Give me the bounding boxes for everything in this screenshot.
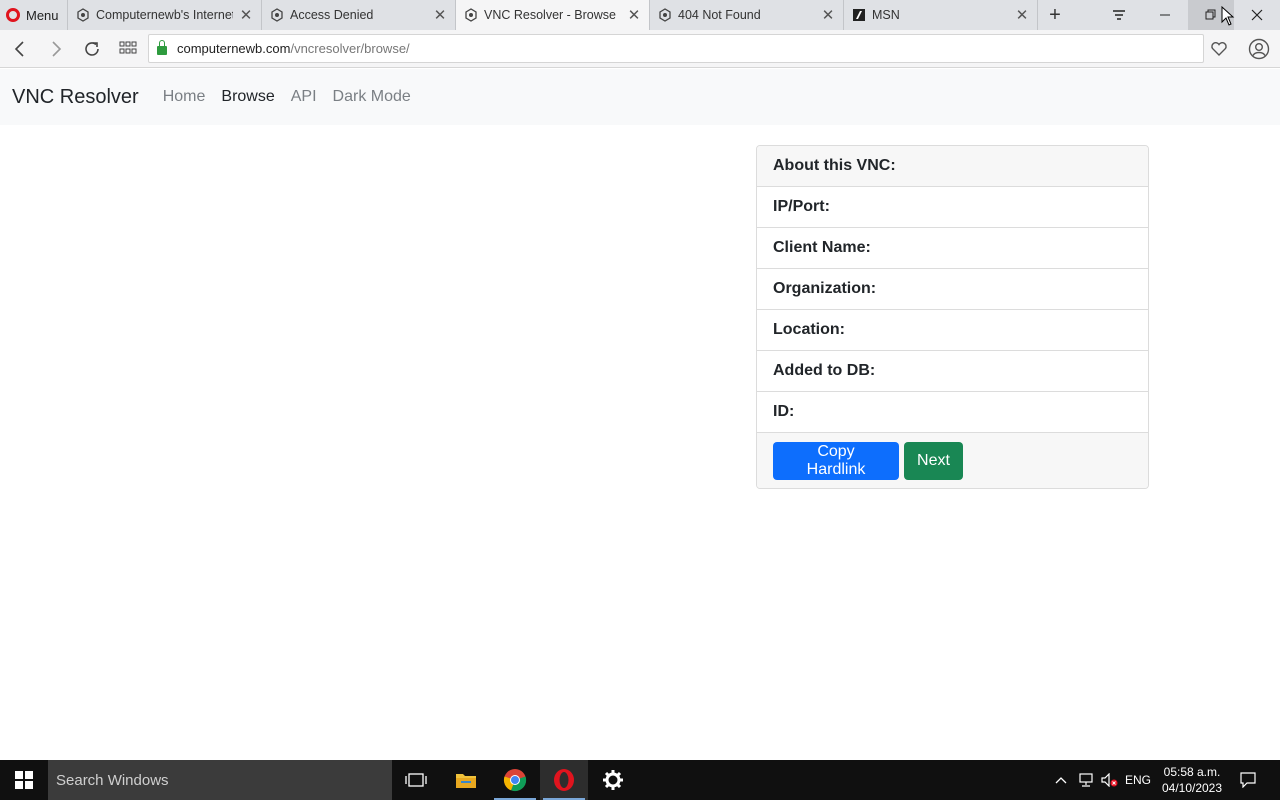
tab-close-icon[interactable]: ✕ <box>433 6 447 24</box>
tab-msn[interactable]: MSN ✕ <box>844 0 1038 30</box>
reload-button[interactable] <box>74 34 110 64</box>
account-icon[interactable] <box>1246 36 1272 62</box>
chrome-icon <box>503 769 527 792</box>
tab-close-icon[interactable]: ✕ <box>239 6 253 24</box>
card-header: About this VNC: <box>757 146 1148 187</box>
nav-api[interactable]: API <box>291 88 317 106</box>
back-arrow-icon <box>14 40 24 57</box>
opera-logo-icon <box>6 8 20 22</box>
windows-logo-icon <box>15 771 33 789</box>
tab-vnc-resolver[interactable]: VNC Resolver - Browse ✕ <box>456 0 650 30</box>
opera-icon <box>554 769 574 791</box>
web-page: VNC Resolver Home Browse API Dark Mode A… <box>0 69 1280 760</box>
grid-icon <box>119 41 137 53</box>
taskbar-clock[interactable]: 05:58 a.m. 04/10/2023 <box>1152 764 1232 796</box>
clock-date: 04/10/2023 <box>1161 781 1223 795</box>
bookmark-heart-icon[interactable] <box>1206 38 1232 60</box>
secure-lock-icon <box>157 40 167 55</box>
site-brand[interactable]: VNC Resolver <box>12 86 139 109</box>
vnc-info-card: About this VNC: IP/Port: Client Name: Or… <box>756 145 1149 489</box>
tab-404[interactable]: 404 Not Found ✕ <box>650 0 844 30</box>
tab-title: Access Denied <box>290 8 374 22</box>
copy-hardlink-button[interactable]: Copy Hardlink <box>773 441 899 480</box>
tab-strip: Menu Computernewb's Internet ✕ Access De… <box>0 0 1280 30</box>
tab-title: MSN <box>872 8 900 22</box>
nav-home[interactable]: Home <box>163 88 206 106</box>
field-location: Location: <box>757 310 1148 351</box>
tab-close-icon[interactable]: ✕ <box>1015 6 1029 24</box>
nav-dark-mode[interactable]: Dark Mode <box>333 88 411 106</box>
mouse-cursor-icon <box>1221 6 1235 26</box>
task-view-icon <box>405 773 427 787</box>
file-explorer-button[interactable] <box>442 760 490 800</box>
network-icon[interactable] <box>1076 760 1096 800</box>
site-navbar: VNC Resolver Home Browse API Dark Mode <box>0 69 1280 125</box>
browser-toolbar: computernewb.com/vncresolver/browse/ <box>0 30 1280 68</box>
action-center-icon[interactable] <box>1236 760 1260 800</box>
folder-icon <box>456 774 476 788</box>
language-indicator[interactable]: ENG <box>1124 760 1152 800</box>
forward-arrow-icon <box>52 40 62 57</box>
tab-menu-icon[interactable] <box>1096 0 1142 30</box>
tab-title: 404 Not Found <box>678 8 761 22</box>
field-organization: Organization: <box>757 269 1148 310</box>
chrome-taskbar-button[interactable] <box>491 760 539 800</box>
settings-taskbar-button[interactable] <box>589 760 637 800</box>
gear-icon <box>603 770 623 790</box>
start-button[interactable] <box>0 760 48 800</box>
tray-overflow-icon[interactable] <box>1052 760 1070 800</box>
opera-menu-button[interactable]: Menu <box>0 0 68 30</box>
new-tab-button[interactable]: + <box>1038 0 1072 30</box>
url-path: /vncresolver/browse/ <box>290 41 410 56</box>
menu-label: Menu <box>26 7 59 23</box>
msn-favicon-icon <box>853 9 865 21</box>
field-id: ID: <box>757 392 1148 433</box>
tab-access-denied[interactable]: Access Denied ✕ <box>262 0 456 30</box>
forward-button[interactable] <box>38 34 74 64</box>
search-placeholder: Search Windows <box>56 771 169 789</box>
taskbar-search-box[interactable]: Search Windows <box>48 760 392 800</box>
task-view-button[interactable] <box>392 760 440 800</box>
opera-taskbar-button[interactable] <box>540 760 588 800</box>
site-favicon-icon <box>465 8 477 22</box>
field-added-to-db: Added to DB: <box>757 351 1148 392</box>
address-bar[interactable]: computernewb.com/vncresolver/browse/ <box>148 34 1204 63</box>
tab-title: VNC Resolver - Browse <box>484 8 616 22</box>
minimize-button[interactable] <box>1142 0 1188 30</box>
site-favicon-icon <box>271 8 283 22</box>
url-domain: computernewb.com <box>177 41 291 56</box>
back-button[interactable] <box>2 34 38 64</box>
tab-close-icon[interactable]: ✕ <box>821 6 835 24</box>
windows-taskbar: Search Windows ENG 05:58 a.m. 04/10/2023 <box>0 760 1280 800</box>
speed-dial-button[interactable] <box>110 34 146 64</box>
tab-computernewb[interactable]: Computernewb's Internet ✕ <box>68 0 262 30</box>
clock-time: 05:58 a.m. <box>1163 765 1221 779</box>
tab-close-icon[interactable]: ✕ <box>627 6 641 24</box>
reload-icon <box>85 41 99 56</box>
card-footer: Copy Hardlink Next <box>757 433 1148 488</box>
site-favicon-icon <box>659 8 671 22</box>
site-favicon-icon <box>77 8 89 22</box>
field-client-name: Client Name: <box>757 228 1148 269</box>
field-ip-port: IP/Port: <box>757 187 1148 228</box>
nav-browse[interactable]: Browse <box>221 88 274 106</box>
tab-title: Computernewb's Internet <box>96 8 233 22</box>
close-window-button[interactable] <box>1234 0 1280 30</box>
volume-muted-icon[interactable] <box>1100 760 1120 800</box>
next-button[interactable]: Next <box>904 441 963 480</box>
